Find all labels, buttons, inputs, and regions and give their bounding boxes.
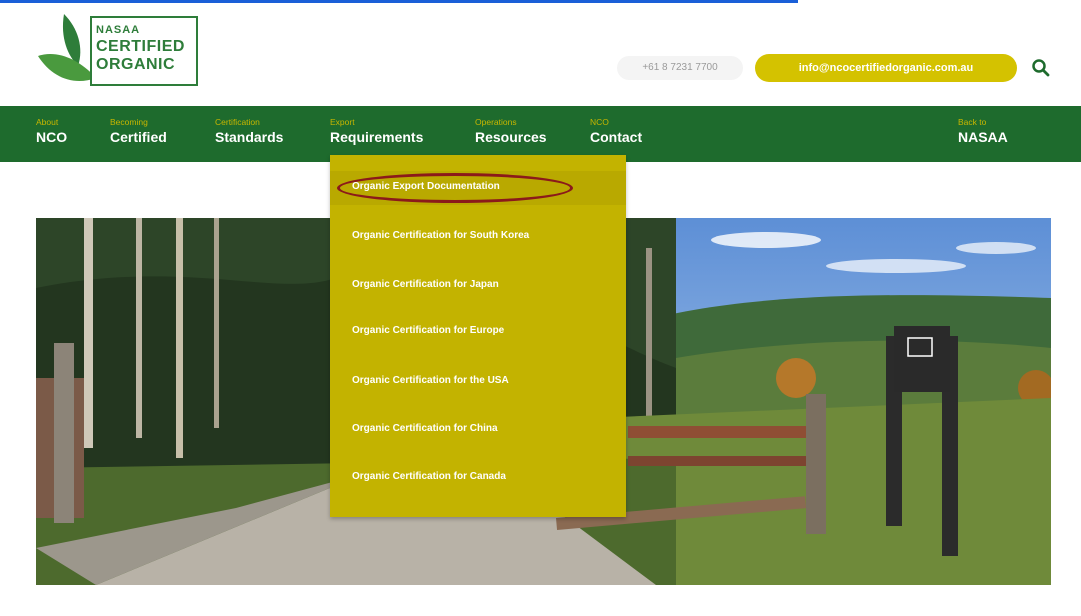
main-nav: About NCO Becoming Certified Certificati… [0,106,1081,162]
phone-link[interactable]: +61 8 7231 7700 [617,56,743,80]
nav-main-label: Resources [475,129,547,145]
nav-sub-label: Export [330,117,355,127]
dropdown-item-europe[interactable]: Organic Certification for Europe [352,325,504,336]
export-requirements-dropdown: Organic Export Documentation Organic Cer… [330,155,626,517]
dropdown-item-south-korea[interactable]: Organic Certification for South Korea [352,230,529,241]
nav-main-label: Standards [215,129,284,145]
nav-sub-label: Back to [958,117,987,127]
nav-item-becoming[interactable]: Becoming Certified [110,116,167,146]
nav-main-label: Certified [110,129,167,145]
nav-sub-label: Operations [475,117,517,127]
dropdown-item-japan[interactable]: Organic Certification for Japan [352,279,499,290]
top-link-bar [0,0,798,3]
nav-main-label: Contact [590,129,643,145]
email-link[interactable]: info@ncocertifiedorganic.com.au [755,54,1017,82]
nasaa-logo[interactable]: NASAA CERTIFIED ORGANIC [38,14,203,89]
logo-text-certified: CERTIFIED [96,38,185,55]
nav-main-label: Requirements [330,129,424,145]
nav-item-contact[interactable]: NCO Contact [590,116,642,146]
nav-item-standards[interactable]: Certification Standards [215,116,283,146]
logo-text-organic: ORGANIC [96,56,176,73]
nav-sub-label: NCO [590,117,609,127]
nav-item-export[interactable]: Export Requirements [330,116,423,146]
logo-text-nasaa: NASAA [96,24,141,36]
nav-main-label: NASAA [958,129,1008,145]
nav-sub-label: Certification [215,117,260,127]
nav-main-label: NCO [36,129,68,145]
dropdown-item-china[interactable]: Organic Certification for China [352,423,498,434]
nav-sub-label: Becoming [110,117,148,127]
nav-item-operations[interactable]: Operations Resources [475,116,547,146]
dropdown-item-usa[interactable]: Organic Certification for the USA [352,375,509,386]
search-icon[interactable] [1031,58,1051,78]
nav-item-back-to-nasaa[interactable]: Back to NASAA [958,116,1008,146]
nav-item-about[interactable]: About NCO [36,116,67,146]
dropdown-item-export-documentation[interactable]: Organic Export Documentation [352,181,500,192]
dropdown-item-canada[interactable]: Organic Certification for Canada [352,471,506,482]
nav-sub-label: About [36,117,59,127]
